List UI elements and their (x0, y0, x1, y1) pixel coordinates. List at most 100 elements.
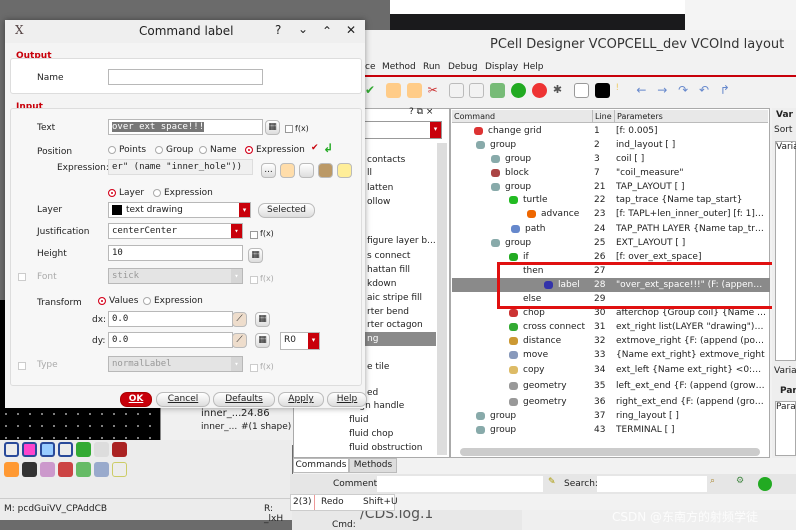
category-dropdown[interactable]: ▾ (364, 121, 442, 139)
tool-icon[interactable] (76, 442, 91, 457)
radio-group[interactable]: Group (155, 145, 193, 155)
tool-icon[interactable] (112, 462, 127, 477)
col-command[interactable]: Command (454, 110, 495, 123)
palette-item[interactable]: fluid chop (337, 427, 436, 441)
justification-fx-checkbox[interactable] (250, 231, 258, 239)
radio-values[interactable]: Values (98, 296, 138, 306)
panel-buttons[interactable]: ? ⧉ × (409, 107, 433, 117)
menu-run[interactable]: Run (423, 62, 440, 72)
check-icon[interactable]: ✔ (365, 83, 380, 98)
blank-icon[interactable] (573, 83, 589, 98)
tree-row[interactable]: block 7 "coil_measure" (452, 166, 770, 180)
green-arrow-icon[interactable]: ↲ (323, 141, 333, 155)
expression-input[interactable]: er" (name "inner_hole")) (108, 159, 253, 175)
tree-row[interactable]: distance 32 extmove_right {F: (append (poi… (452, 334, 770, 348)
warning-icon[interactable]: ! (616, 83, 631, 98)
wand-icon[interactable] (94, 442, 109, 457)
menu-item[interactable]: ce (365, 62, 376, 72)
dx-input[interactable]: 0.0 (108, 311, 233, 327)
tool-icon[interactable] (22, 442, 37, 457)
tree-row[interactable]: group 43 TERMINAL [ ] (452, 423, 770, 437)
settings-icon[interactable]: ⚙ (736, 476, 744, 486)
ok-button[interactable]: OK (120, 392, 152, 407)
cancel-button[interactable]: Cancel (156, 392, 210, 407)
calculator-icon[interactable]: ▦ (255, 333, 270, 348)
step-out-icon[interactable]: ↱ (720, 83, 735, 98)
tool-icon[interactable] (58, 462, 73, 477)
text-fx-checkbox[interactable] (285, 125, 293, 133)
radio-transform-expression[interactable]: Expression (143, 296, 203, 306)
maximize-button[interactable]: ⌃ (322, 24, 332, 38)
forward-icon[interactable]: → (657, 83, 672, 98)
stop-icon[interactable] (532, 83, 547, 98)
justification-dropdown[interactable]: centerCenter ▾ (108, 223, 243, 239)
palette-item[interactable]: fluid obstruction (337, 441, 436, 455)
tree-row[interactable]: change grid 1 [f: 0.005] (452, 124, 770, 138)
tab-methods[interactable]: Methods (349, 458, 397, 473)
columns-icon[interactable] (490, 83, 506, 98)
step-icon[interactable]: ✱ (553, 83, 568, 98)
search-input[interactable] (597, 476, 707, 492)
name-input[interactable] (108, 69, 263, 85)
tree-row[interactable]: geometry 35 left_ext_end {F: (append (grow… (452, 379, 770, 393)
back-icon[interactable]: ← (636, 83, 651, 98)
document-icon[interactable] (299, 163, 314, 178)
tree-row[interactable]: group 25 EXT_LAYOUT [ ] (452, 236, 770, 250)
radio-points[interactable]: Points (108, 145, 146, 155)
menu-debug[interactable]: Debug (448, 62, 478, 72)
insert-icon[interactable] (280, 163, 295, 178)
undo-popup[interactable]: 2(3) Redo Shift+U (290, 494, 398, 511)
menu-display[interactable]: Display (485, 62, 518, 72)
calculator-icon[interactable]: ▦ (248, 248, 263, 263)
tool-icon[interactable] (40, 442, 55, 457)
variables-tab[interactable]: Varia (774, 366, 796, 376)
tree-row[interactable]: group 3 coil [ ] (452, 152, 770, 166)
calculator-icon[interactable]: ▦ (265, 120, 280, 135)
copy-icon[interactable] (448, 83, 464, 98)
tree-row[interactable]: turtle 22 tap_trace {Name tap_start} (452, 193, 770, 207)
ruler-icon[interactable]: ⟋ (232, 312, 247, 327)
layer-dropdown[interactable]: text drawing ▾ (108, 202, 251, 218)
paste-icon[interactable] (318, 163, 333, 178)
comment-input[interactable] (377, 476, 543, 492)
radio-expression[interactable]: Expression (245, 145, 305, 155)
tool-icon[interactable] (94, 462, 109, 477)
tool-icon[interactable] (112, 442, 127, 457)
dy-input[interactable]: 0.0 (108, 332, 233, 348)
help-button[interactable]: ? (275, 23, 281, 37)
apply-button[interactable]: Apply (278, 392, 324, 407)
palette-item[interactable]: fluid (337, 413, 436, 427)
radio-layer-expression[interactable]: Expression (153, 188, 213, 198)
more-button[interactable]: ... (261, 163, 276, 178)
tree-row[interactable]: advance 23 [f: TAPL+len_inner_outer] [f: 1… (452, 207, 770, 221)
tree-row[interactable]: cross connect 31 ext_right list(LAYER "dra… (452, 320, 770, 334)
defaults-button[interactable]: Defaults (213, 392, 275, 407)
undo-icon[interactable] (385, 83, 401, 98)
radio-name[interactable]: Name (199, 145, 237, 155)
tree-row[interactable]: copy 34 ext_left {Name ext_right} <0:0 M..… (452, 363, 770, 377)
tool-icon[interactable] (22, 462, 37, 477)
close-button[interactable]: ✕ (346, 23, 356, 37)
step-over-icon[interactable]: ↷ (678, 83, 693, 98)
lightbulb-icon[interactable] (337, 163, 352, 178)
tool-icon[interactable] (4, 462, 19, 477)
radio-layer[interactable]: Layer (108, 188, 144, 198)
rotation-dropdown[interactable]: R0 ▾ (280, 332, 320, 350)
redo-icon[interactable] (406, 83, 422, 98)
paste-icon[interactable] (469, 83, 485, 98)
tool-icon[interactable] (58, 442, 73, 457)
tree-hscrollbar[interactable] (460, 448, 760, 456)
run-icon[interactable] (511, 83, 527, 98)
tab-commands[interactable]: Commands (293, 458, 349, 473)
checkmark-icon[interactable]: ✔ (311, 143, 319, 153)
type-checkbox[interactable] (18, 362, 26, 370)
text-input[interactable]: over ext space!!! (108, 119, 263, 135)
search-icon[interactable]: ⌕ (710, 476, 715, 486)
tree-row[interactable]: group 37 ring_layout [ ] (452, 409, 770, 423)
menu-help[interactable]: Help (523, 62, 544, 72)
cut-icon[interactable]: ✂ (428, 83, 443, 98)
tool-icon[interactable] (40, 462, 55, 477)
font-checkbox[interactable] (18, 273, 26, 281)
ruler-icon[interactable]: ⟋ (232, 333, 247, 348)
run-icon[interactable] (758, 477, 772, 491)
